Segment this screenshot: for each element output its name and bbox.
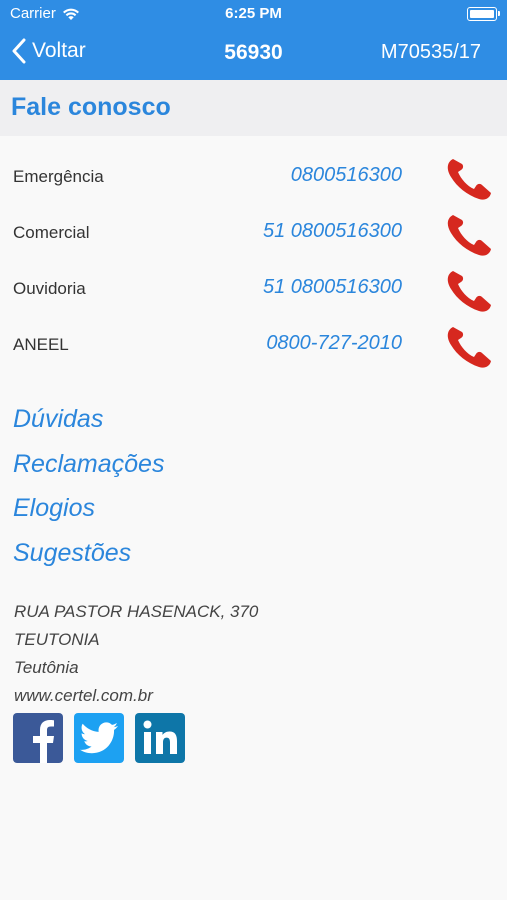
address-district: TEUTONIA: [14, 630, 100, 649]
website-link[interactable]: www.certel.com.br: [14, 686, 153, 706]
contact-row-emergencia: Emergência 0800516300: [0, 152, 507, 208]
twitter-icon[interactable]: [74, 713, 124, 763]
battery-icon: [467, 7, 500, 21]
linkedin-icon[interactable]: [135, 713, 185, 763]
link-duvidas[interactable]: Dúvidas: [13, 405, 103, 434]
phone-call-icon[interactable]: [444, 324, 494, 370]
status-bar: Carrier 6:25 PM: [0, 0, 507, 28]
address-street: RUA PASTOR HASENACK, 370: [14, 602, 259, 621]
contact-row-comercial: Comercial 51 0800516300: [0, 208, 507, 264]
address-city: Teutônia: [14, 658, 79, 677]
nav-right-text: M70535/17: [380, 41, 481, 63]
contact-number-link[interactable]: 0800516300: [291, 164, 402, 187]
link-sugestoes[interactable]: Sugestões: [13, 539, 131, 568]
navigation-bar: Voltar 56930 M70535/17: [0, 28, 507, 80]
contact-label: Comercial: [13, 223, 90, 242]
contact-number-link[interactable]: 51 0800516300: [263, 220, 402, 243]
contact-row-aneel: ANEEL 0800-727-2010: [0, 320, 507, 376]
link-elogios[interactable]: Elogios: [13, 494, 95, 523]
contact-label: Ouvidoria: [13, 279, 86, 298]
contact-label: ANEEL: [13, 335, 69, 354]
phone-call-icon[interactable]: [444, 156, 494, 202]
status-time: 6:25 PM: [225, 5, 282, 22]
contact-label: Emergência: [13, 167, 104, 186]
section-header: Fale conosco: [0, 80, 507, 136]
contact-number-link[interactable]: 51 0800516300: [263, 276, 402, 299]
phone-call-icon[interactable]: [444, 268, 494, 314]
facebook-icon[interactable]: [13, 713, 63, 763]
link-reclamacoes[interactable]: Reclamações: [13, 450, 164, 479]
contact-number-link[interactable]: 0800-727-2010: [266, 332, 402, 355]
contact-row-ouvidoria: Ouvidoria 51 0800516300: [0, 264, 507, 320]
section-title: Fale conosco: [11, 93, 171, 121]
phone-call-icon[interactable]: [444, 212, 494, 258]
